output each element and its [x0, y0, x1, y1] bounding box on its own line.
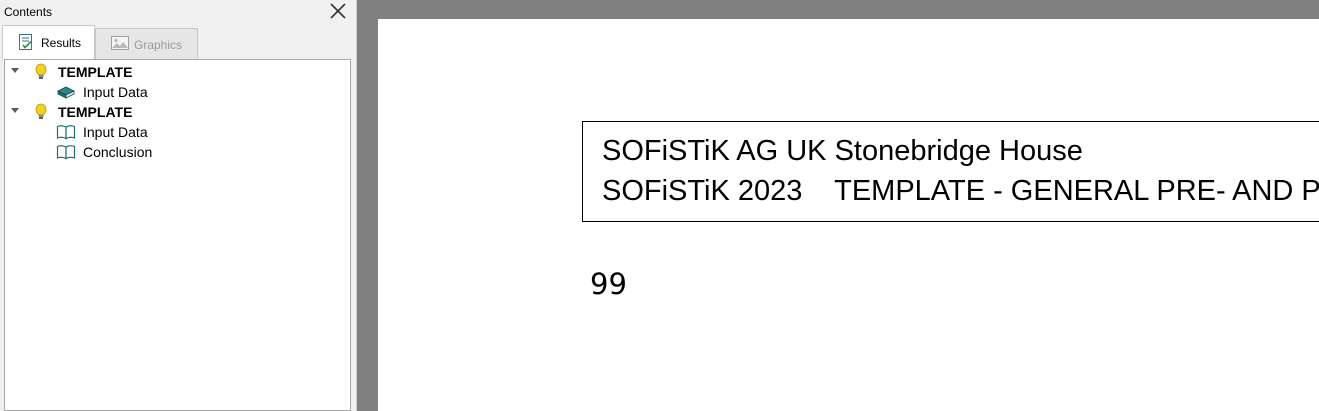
tab-results-label: Results [41, 36, 82, 50]
tree-item-template-2[interactable]: TEMPLATE [11, 102, 341, 122]
expand-toggle[interactable] [11, 108, 19, 113]
contents-panel-header: Contents [0, 0, 357, 24]
page-header-title: SOFiSTiK 2023 TEMPLATE - GENERAL PRE- AN… [602, 175, 1319, 207]
document-viewer[interactable]: SOFiSTiK AG UK Stonebridge House SOFiSTi… [357, 0, 1319, 411]
document-page: SOFiSTiK AG UK Stonebridge House SOFiSTi… [378, 19, 1319, 411]
results-checklist-icon [17, 33, 35, 51]
page-header-box: SOFiSTiK AG UK Stonebridge House SOFiSTi… [582, 121, 1319, 222]
expand-toggle[interactable] [11, 68, 19, 73]
lightbulb-icon [32, 63, 50, 81]
contents-panel-title: Contents [4, 5, 53, 19]
tab-results[interactable]: Results [2, 25, 95, 59]
tree-item-label: Input Data [83, 124, 148, 140]
tab-graphics[interactable]: Graphics [95, 28, 198, 59]
tree-item-input-data-2[interactable]: Input Data [11, 122, 341, 142]
page-number: 99 [590, 267, 627, 301]
open-book-icon [56, 143, 76, 161]
page-header-company: SOFiSTiK AG UK Stonebridge House [602, 135, 1083, 167]
close-icon[interactable] [328, 1, 348, 21]
lightbulb-icon [32, 103, 50, 121]
tree-item-template-1[interactable]: TEMPLATE [11, 62, 341, 82]
tree-item-conclusion[interactable]: Conclusion [11, 142, 341, 162]
tab-graphics-label: Graphics [134, 38, 183, 52]
tree-item-label: Input Data [83, 84, 148, 100]
open-book-icon [56, 123, 76, 141]
tree-item-input-data-1[interactable]: Input Data [11, 82, 341, 102]
contents-tree: TEMPLATE Input Data TEMPLATE Input Data … [4, 59, 351, 411]
graphics-image-icon [110, 34, 129, 52]
tree-item-label: TEMPLATE [58, 64, 133, 80]
closed-book-icon [56, 83, 75, 101]
contents-panel: Contents Results Graphics TEMPLATE Input… [0, 0, 357, 411]
tree-item-label: Conclusion [83, 144, 153, 160]
contents-tabs: Results Graphics [0, 25, 357, 59]
application-window: Contents Results Graphics TEMPLATE Input… [0, 0, 1319, 411]
tree-item-label: TEMPLATE [58, 104, 133, 120]
